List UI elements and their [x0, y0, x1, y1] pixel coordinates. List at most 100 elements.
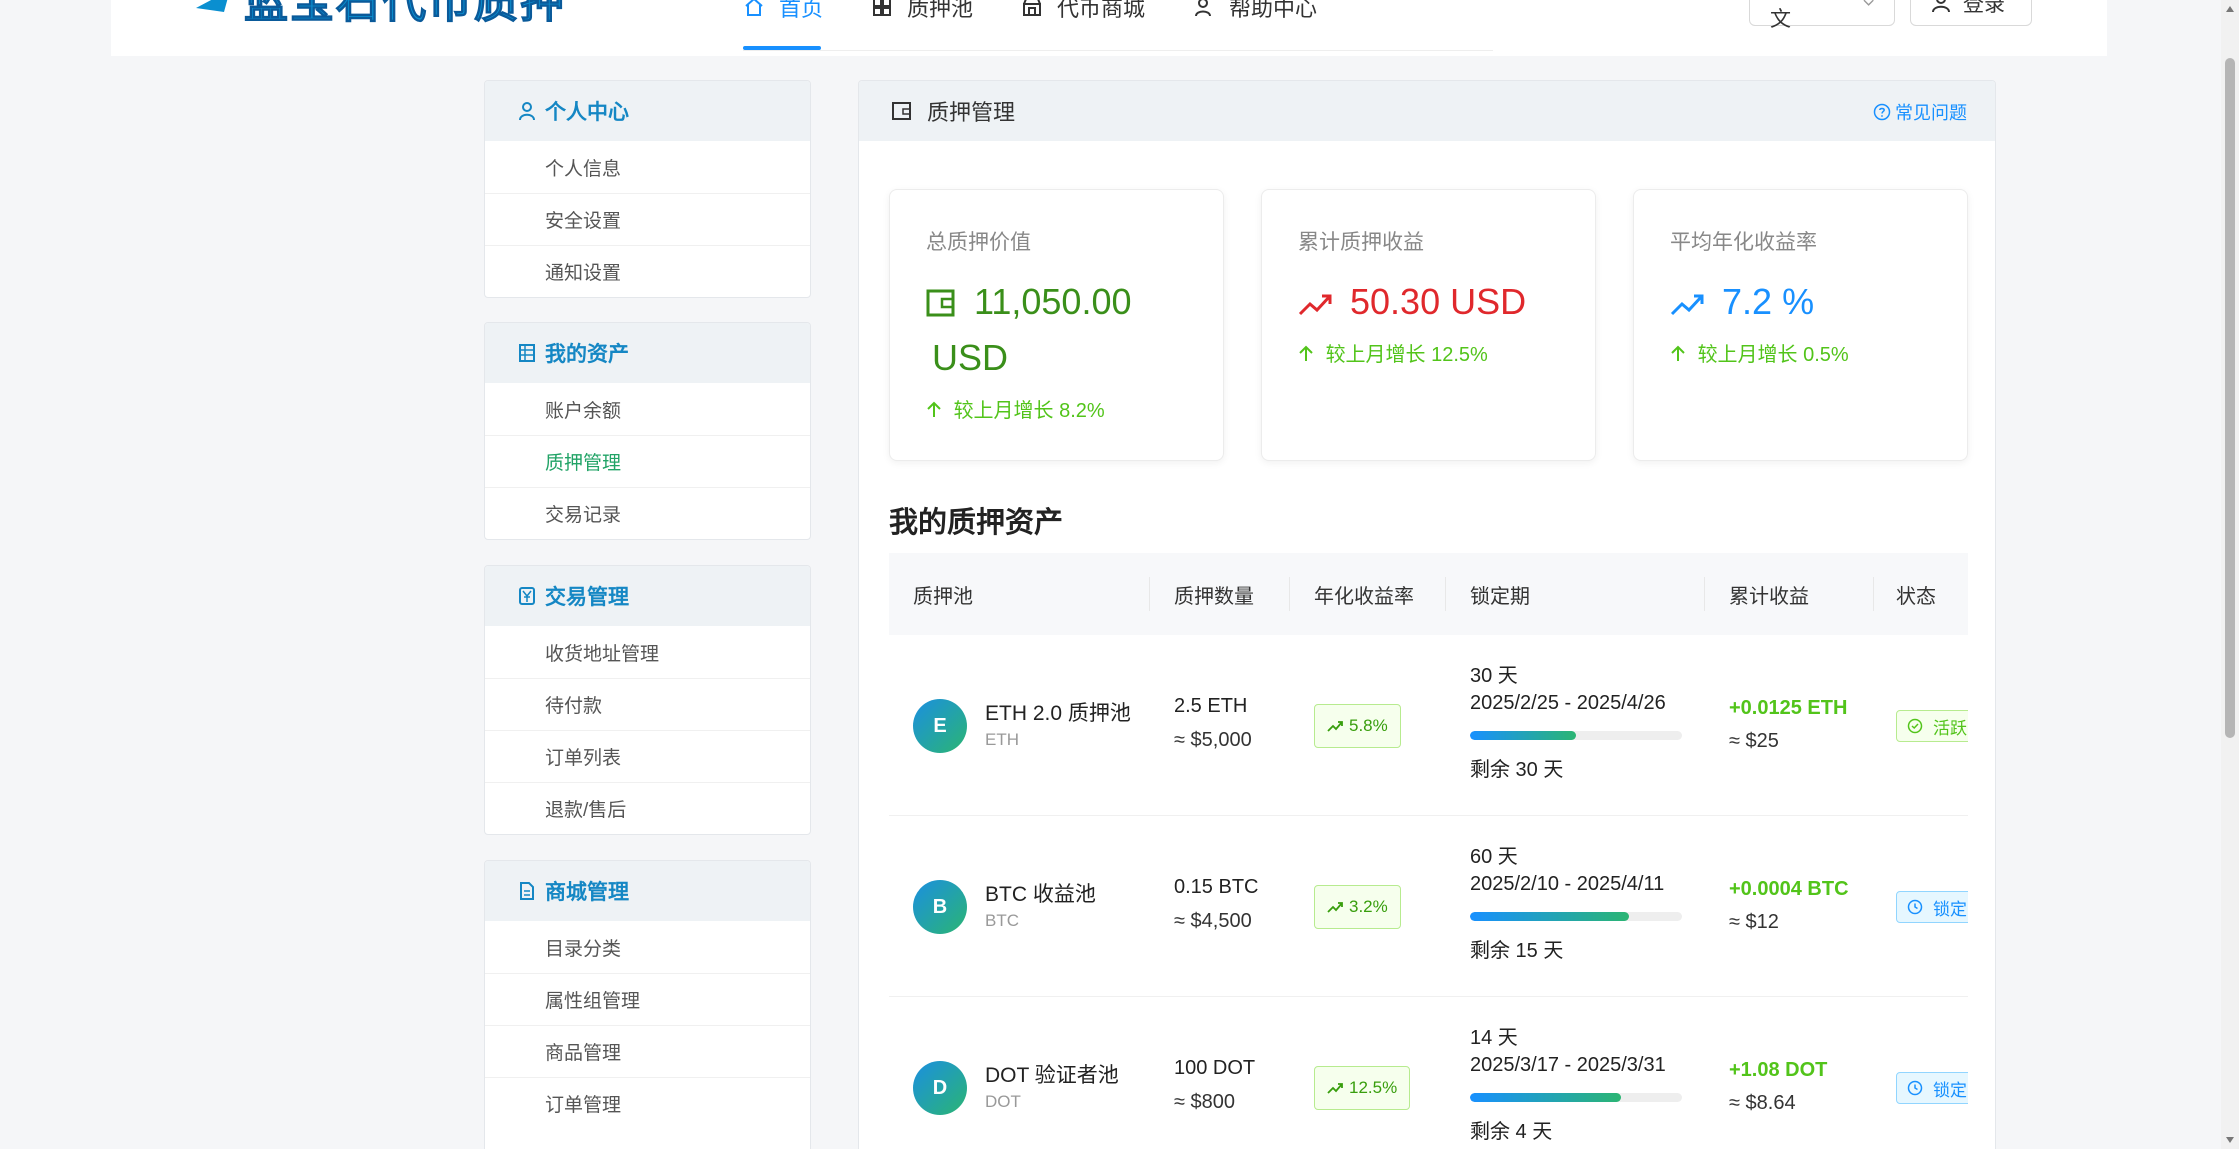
- coin-avatar: B: [913, 880, 967, 934]
- nav-shop[interactable]: 代币商城: [1021, 0, 1145, 32]
- stake-amount: 100 DOT: [1174, 1057, 1256, 1079]
- trend-up-icon: [1327, 721, 1343, 732]
- main-nav: 首页 质押池 代币商城 帮助中心: [743, 0, 1365, 56]
- section-title: 我的质押资产: [889, 507, 1064, 539]
- scroll-down-arrow-icon[interactable]: [2226, 1137, 2234, 1143]
- earned-amount: +0.0004 BTC: [1729, 878, 1849, 900]
- arrow-up-icon: [1299, 345, 1313, 361]
- column-header-amount[interactable]: 质押数量: [1174, 553, 1254, 635]
- stat-number: 11,050.00: [974, 281, 1132, 322]
- stat-growth-text: 较上月增长 12.5%: [1325, 344, 1488, 366]
- clock-icon: [1907, 1080, 1923, 1096]
- status-text: 活跃: [1933, 718, 1967, 738]
- help-user-icon: [1195, 0, 1212, 17]
- stat-growth: 较上月增长 0.5%: [1670, 338, 1931, 367]
- wallet-icon: [926, 289, 955, 317]
- apr-badge: 5.8%: [1314, 704, 1401, 748]
- coin-avatar: E: [913, 699, 967, 753]
- column-header-earnings[interactable]: 累计收益: [1729, 553, 1809, 635]
- nav-help[interactable]: 帮助中心: [1193, 0, 1317, 32]
- trend-up-icon: [1327, 902, 1343, 913]
- column-header-pool[interactable]: 质押池: [913, 553, 973, 635]
- table-row[interactable]: B BTC 收益池 BTC 0.15 BTC ≈ $4,500 3.2% 60 …: [889, 816, 1968, 997]
- sidebar-item-balance[interactable]: 账户余额: [485, 383, 810, 435]
- stat-number: 50.30: [1350, 281, 1441, 322]
- earned-amount: +0.0125 ETH: [1729, 697, 1848, 719]
- sidebar-group-heading[interactable]: 我的资产: [485, 323, 810, 383]
- check-circle-icon: [1907, 718, 1923, 734]
- status-text: 锁定: [1933, 1080, 1967, 1100]
- stat-value: 7.2 %: [1670, 274, 1931, 330]
- stat-growth: 较上月增长 12.5%: [1298, 338, 1559, 367]
- sidebar-item-attribute-groups[interactable]: 属性组管理: [485, 973, 810, 1025]
- sidebar-item-products[interactable]: 商品管理: [485, 1025, 810, 1077]
- lock-progress-fill: [1470, 731, 1576, 740]
- page-scrollbar[interactable]: [2221, 0, 2239, 1149]
- faq-link[interactable]: 常见问题: [1873, 99, 1967, 125]
- sidebar-group-title: 我的资产: [545, 343, 629, 366]
- logo[interactable]: 蓝宝石代币质押: [196, 0, 566, 26]
- stake-amount-usd: ≈ $5,000: [1174, 729, 1252, 751]
- stake-amount: 0.15 BTC: [1174, 876, 1259, 898]
- column-divider: [1149, 577, 1150, 611]
- sidebar-group-title: 个人中心: [545, 101, 629, 124]
- document-icon: [520, 882, 534, 900]
- sidebar-item-order-management[interactable]: 订单管理: [485, 1077, 810, 1129]
- stat-growth-text: 较上月增长 8.2%: [953, 400, 1105, 422]
- stake-amount: 2.5 ETH: [1174, 695, 1248, 717]
- nav-home[interactable]: 首页: [743, 0, 823, 32]
- column-divider: [1873, 577, 1874, 611]
- lock-progress-bar: [1470, 1093, 1682, 1102]
- clock-icon: [1907, 899, 1923, 915]
- sidebar-item-address[interactable]: 收货地址管理: [485, 626, 810, 678]
- stat-average-apr: 平均年化收益率 7.2 % 较上月增长 0.5%: [1633, 189, 1968, 461]
- sidebar-item-security[interactable]: 安全设置: [485, 193, 810, 245]
- remaining-days: 剩余 4 天: [1470, 1121, 1553, 1143]
- sidebar-group-assets: 我的资产 账户余额 质押管理 交易记录: [484, 322, 811, 540]
- sidebar-group-title: 商城管理: [545, 881, 629, 904]
- nav-pools[interactable]: 质押池: [871, 0, 973, 32]
- pool-symbol: ETH: [985, 730, 1019, 749]
- nav-home-label: 首页: [779, 0, 824, 21]
- nav-divider: [743, 50, 1493, 51]
- sidebar-group-heading[interactable]: 交易管理: [485, 566, 810, 626]
- login-button[interactable]: 登录: [1910, 0, 2032, 26]
- stat-growth-text: 较上月增长 0.5%: [1697, 344, 1849, 366]
- column-header-apr[interactable]: 年化收益率: [1314, 553, 1414, 635]
- stat-label: 平均年化收益率: [1670, 231, 1817, 254]
- lock-range: 2025/2/10 - 2025/4/11: [1470, 873, 1665, 895]
- login-label: 登录: [1963, 0, 2005, 16]
- wallet-icon: [892, 102, 911, 120]
- table-row[interactable]: E ETH 2.0 质押池 ETH 2.5 ETH ≈ $5,000 5.8% …: [889, 635, 1968, 816]
- language-select[interactable]: 简体中文: [1749, 0, 1895, 31]
- sidebar-group-heading[interactable]: 个人中心: [485, 81, 810, 141]
- trend-up-icon: [1670, 294, 1704, 316]
- language-label: 简体中文: [1770, 0, 1833, 31]
- nav-help-label: 帮助中心: [1229, 0, 1318, 21]
- column-header-status[interactable]: 状态: [1896, 553, 1936, 635]
- sidebar-item-profile[interactable]: 个人信息: [485, 141, 810, 193]
- sidebar-item-refunds[interactable]: 退款/售后: [485, 782, 810, 834]
- sidebar-group-heading[interactable]: 商城管理: [485, 861, 810, 921]
- panel-header: 质押管理 常见问题: [859, 81, 1995, 141]
- sidebar-group-mall: 商城管理 目录分类 属性组管理 商品管理 订单管理: [484, 860, 811, 1149]
- apr-value: 3.2%: [1349, 897, 1388, 916]
- sidebar-item-transactions[interactable]: 交易记录: [485, 487, 810, 539]
- pool-name: DOT 验证者池: [985, 1064, 1119, 1087]
- scrollbar-thumb[interactable]: [2225, 58, 2235, 738]
- stat-label: 累计质押收益: [1298, 231, 1424, 254]
- status-badge: 锁定: [1896, 1072, 1968, 1104]
- table-row[interactable]: D DOT 验证者池 DOT 100 DOT ≈ $800 12.5% 14 天…: [889, 997, 1968, 1149]
- column-header-lock-period[interactable]: 锁定期: [1470, 553, 1530, 635]
- stat-total-staked: 总质押价值 11,050.00 USD 较上月增长 8.2%: [889, 189, 1224, 461]
- sidebar-item-categories[interactable]: 目录分类: [485, 921, 810, 973]
- sidebar-item-notifications[interactable]: 通知设置: [485, 245, 810, 297]
- sidebar-item-pending-payment[interactable]: 待付款: [485, 678, 810, 730]
- scroll-up-arrow-icon[interactable]: [2226, 6, 2234, 12]
- sidebar-item-staking[interactable]: 质押管理: [485, 435, 810, 487]
- table-header: 质押池 质押数量 年化收益率 锁定期 累计收益 状态: [889, 553, 1968, 635]
- home-icon: [745, 0, 763, 16]
- stat-value: 50.30 USD: [1298, 274, 1559, 330]
- apr-value: 5.8%: [1349, 716, 1388, 735]
- sidebar-item-orders[interactable]: 订单列表: [485, 730, 810, 782]
